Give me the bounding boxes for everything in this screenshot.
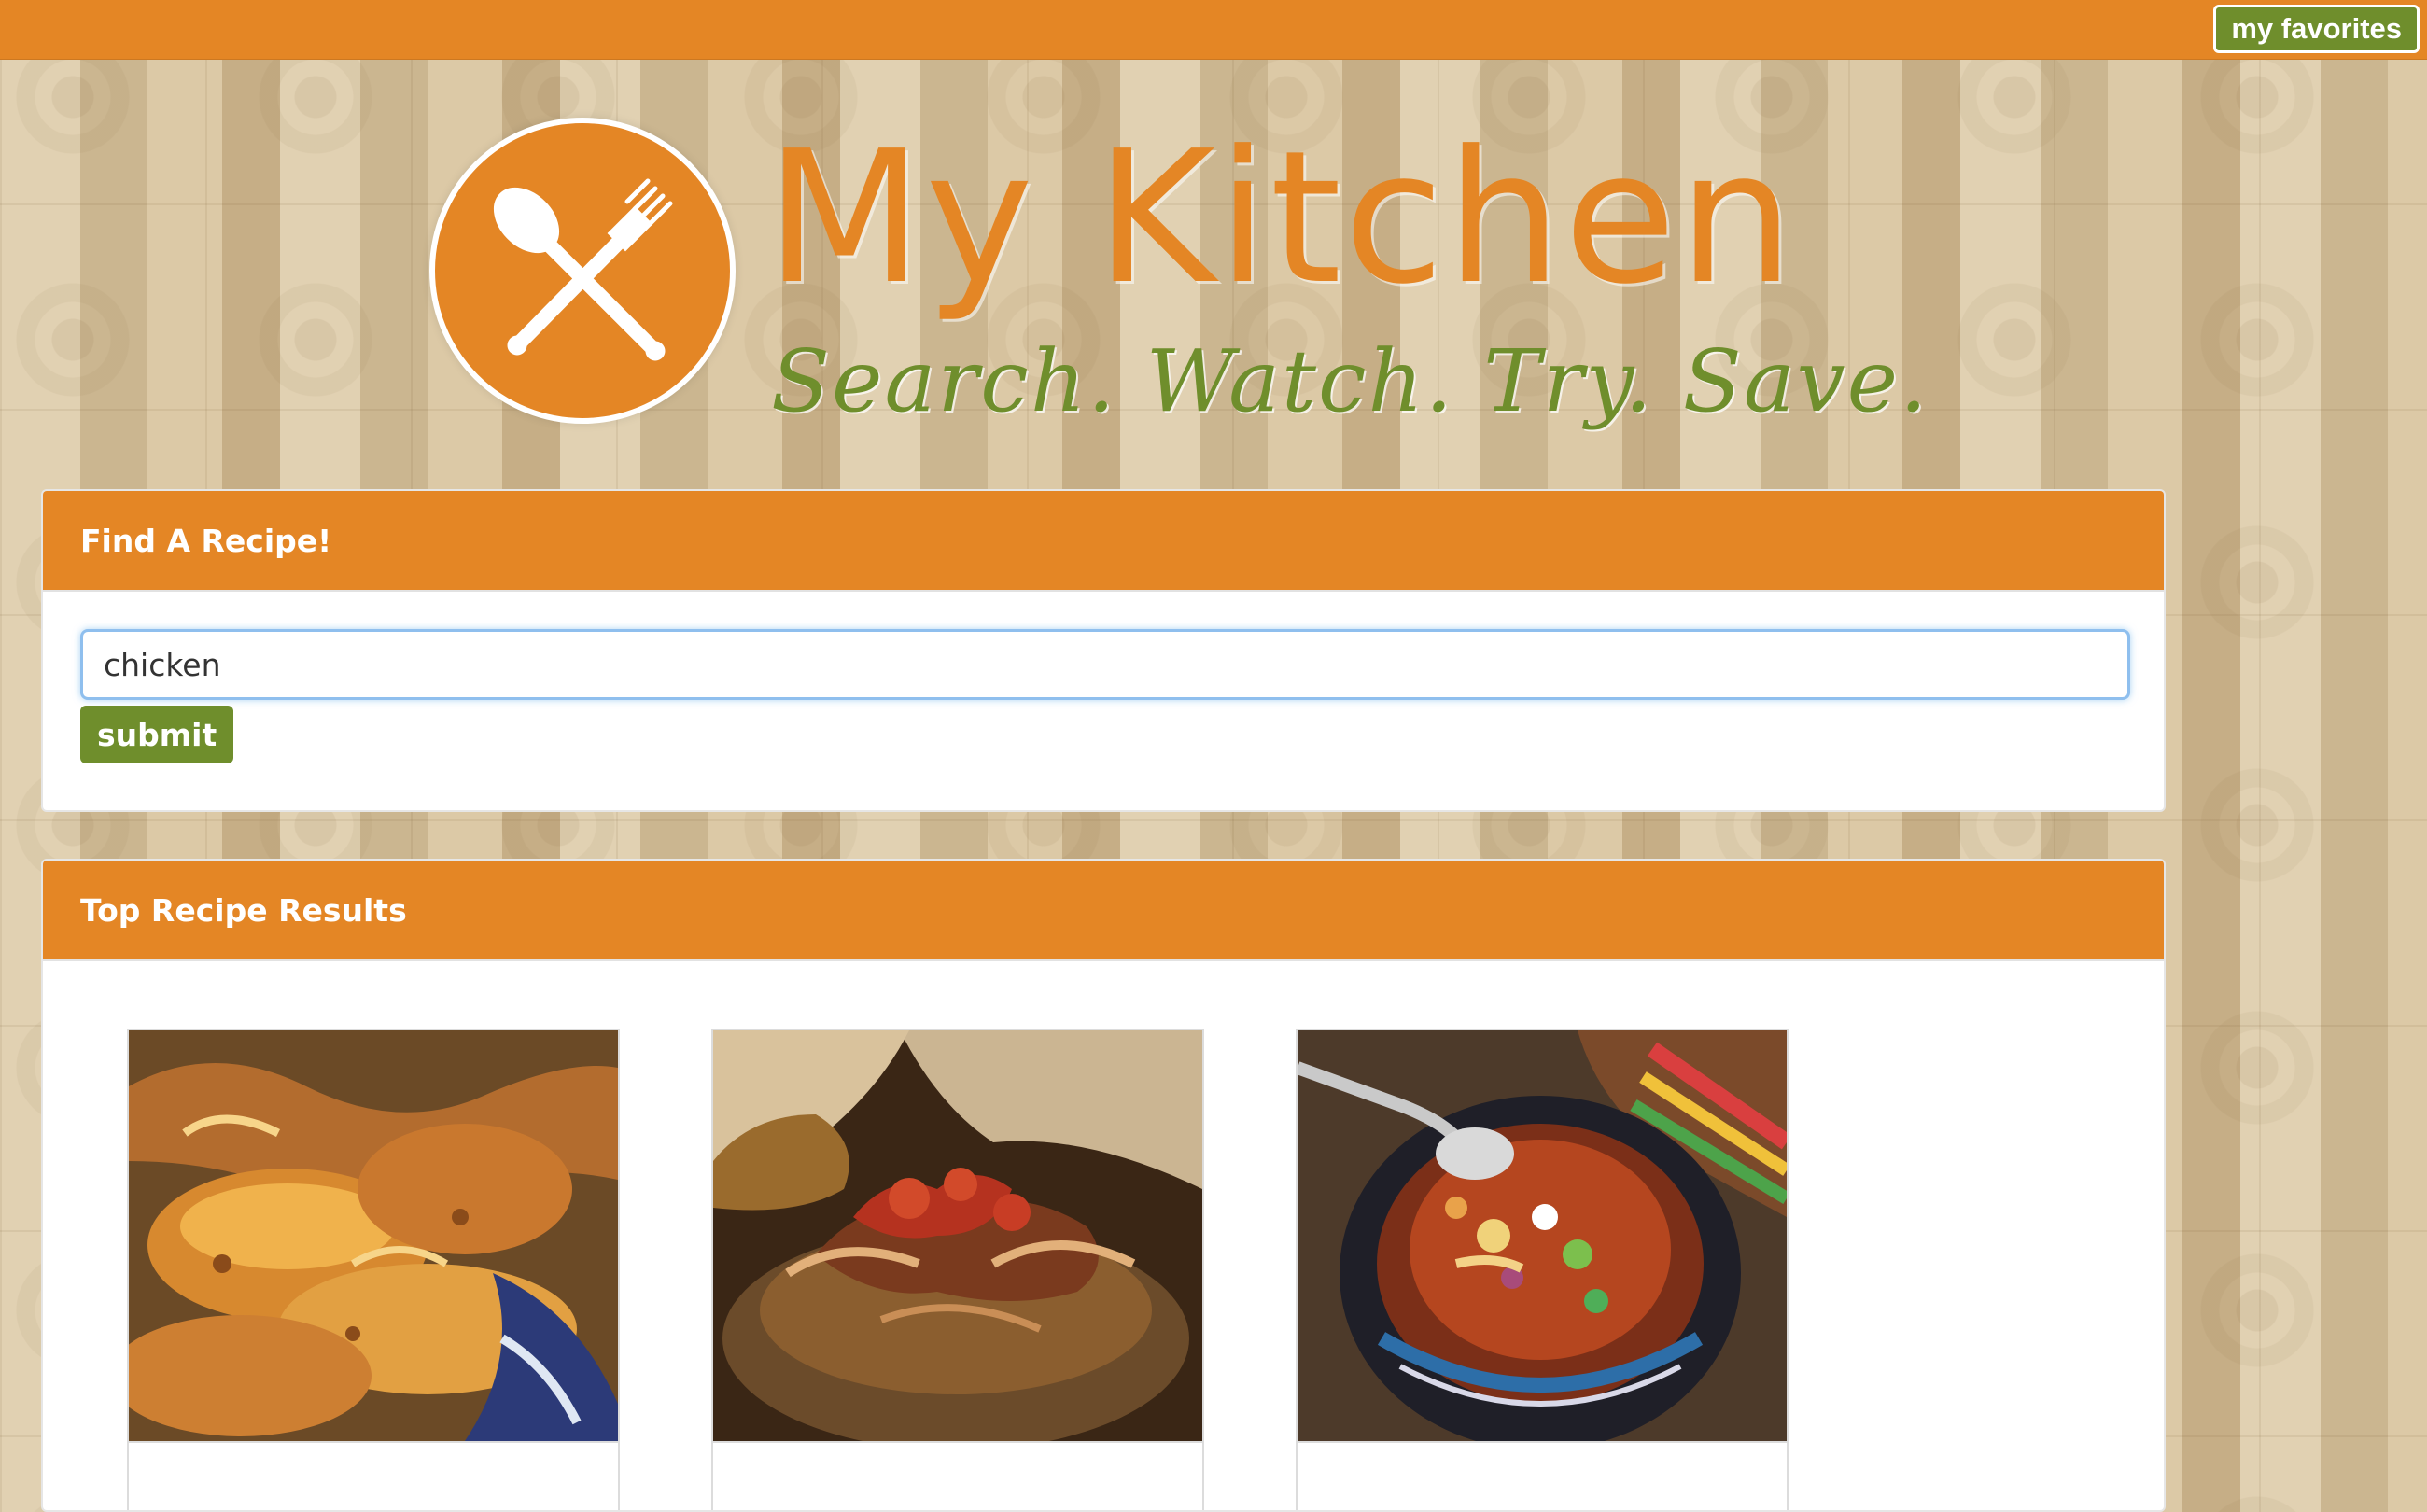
- roasted-chicken-image: [129, 1030, 618, 1443]
- search-panel-body: submit: [43, 592, 2164, 810]
- search-panel: Find A Recipe! submit: [41, 489, 2166, 812]
- search-panel-header: Find A Recipe!: [43, 491, 2164, 592]
- recipe-search-input[interactable]: [80, 629, 2130, 700]
- brand-tagline: Search. Watch. Try. Save.: [771, 331, 1929, 431]
- top-nav-bar: my favorites: [0, 0, 2427, 60]
- site-logo: My Kitchen Search. Watch. Try. Save.: [429, 110, 1927, 465]
- submit-button[interactable]: submit: [80, 706, 234, 763]
- recipe-card[interactable]: [1296, 1029, 1789, 1510]
- spoon-fork-icon: [493, 178, 673, 361]
- chicken-tortilla-soup-image: [1298, 1030, 1787, 1443]
- results-panel: Top Recipe Results: [41, 859, 2166, 1512]
- results-panel-header: Top Recipe Results: [43, 861, 2164, 961]
- brand-title: My Kitchen: [765, 112, 1797, 325]
- results-panel-body: [43, 961, 2164, 1510]
- my-favorites-button[interactable]: my favorites: [2213, 5, 2420, 53]
- logo-badge: [429, 118, 736, 424]
- recipe-card[interactable]: [711, 1029, 1204, 1510]
- tomato-chicken-image: [713, 1030, 1202, 1443]
- recipe-card[interactable]: [127, 1029, 620, 1510]
